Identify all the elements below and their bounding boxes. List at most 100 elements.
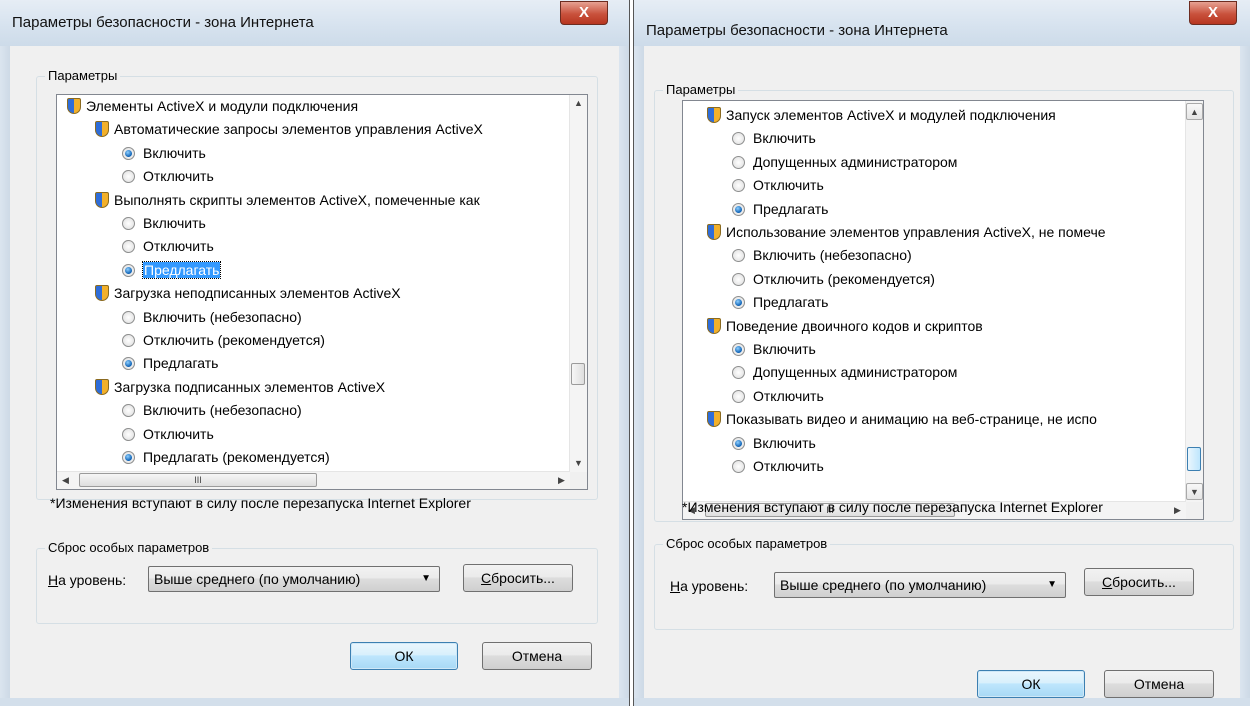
title-bar: Параметры безопасности - зона Интернета … — [0, 0, 629, 46]
settings-option[interactable]: Включить (небезопасно) — [57, 399, 570, 421]
settings-option-label: Отключить — [753, 177, 824, 194]
close-button[interactable]: X — [1189, 1, 1237, 25]
settings-list[interactable]: Запуск элементов ActiveX и модулей подкл… — [682, 100, 1204, 520]
settings-group-label: Параметры — [45, 68, 121, 83]
close-button[interactable]: X — [560, 1, 608, 25]
settings-option-label: Включить — [753, 341, 816, 357]
settings-option[interactable]: Включить (небезопасно) — [57, 306, 570, 328]
cancel-button[interactable]: Отмена — [1104, 670, 1214, 698]
window-frame-right — [1240, 46, 1250, 706]
settings-option[interactable]: Включить (небезопасно) — [683, 244, 1186, 266]
settings-option-label: Отключить — [143, 238, 214, 255]
reset-group-label: Сброс особых параметров — [45, 540, 213, 555]
settings-option[interactable]: Включить — [57, 212, 570, 234]
level-select[interactable]: Выше среднего (по умолчанию) ▼ — [774, 572, 1066, 598]
ok-button[interactable]: ОК — [350, 642, 458, 670]
radio-unchecked-icon[interactable] — [122, 334, 135, 347]
settings-option[interactable]: Отключить — [57, 235, 570, 257]
horizontal-scroll-thumb[interactable]: III — [79, 473, 317, 487]
settings-item: Выполнять скрипты элементов ActiveX, пом… — [57, 189, 570, 211]
settings-option[interactable]: Допущенных администратором — [683, 361, 1186, 383]
scroll-down-arrow-icon[interactable]: ▼ — [1186, 483, 1203, 500]
scroll-up-arrow-icon[interactable]: ▲ — [1186, 103, 1203, 120]
scroll-right-arrow-icon[interactable]: ▶ — [1169, 502, 1186, 519]
settings-option-label: Предлагать — [753, 200, 829, 217]
settings-category: Элементы ActiveX и модули подключения — [57, 95, 570, 117]
settings-option[interactable]: Включить — [683, 338, 1186, 360]
settings-option[interactable]: Отключить — [683, 385, 1186, 407]
radio-unchecked-icon[interactable] — [122, 240, 135, 254]
radio-unchecked-icon[interactable] — [732, 179, 745, 193]
vertical-scroll-thumb[interactable] — [571, 363, 585, 385]
radio-unchecked-icon[interactable] — [732, 460, 745, 473]
settings-item: Запуск элементов ActiveX и модулей подкл… — [683, 104, 1186, 126]
settings-option[interactable]: Отключить — [57, 165, 570, 187]
restart-note: *Изменения вступают в силу после перезап… — [682, 499, 1103, 515]
settings-item-label: Автоматические запросы элементов управле… — [114, 121, 483, 138]
radio-unchecked-icon[interactable] — [122, 170, 135, 184]
radio-unchecked-icon[interactable] — [732, 155, 745, 169]
settings-option-label: Включить — [143, 144, 206, 161]
scroll-up-arrow-icon[interactable]: ▲ — [570, 95, 587, 112]
settings-option[interactable]: Допущенных администратором — [683, 151, 1186, 173]
radio-checked-icon[interactable] — [122, 357, 135, 371]
settings-option[interactable]: Отключить — [57, 423, 570, 445]
radio-checked-icon[interactable] — [732, 202, 745, 216]
settings-option[interactable]: Предлагать — [683, 198, 1186, 220]
scroll-left-arrow-icon[interactable]: ◀ — [57, 472, 74, 489]
scroll-right-arrow-icon[interactable]: ▶ — [553, 472, 570, 489]
settings-option[interactable]: Отключить (рекомендуется) — [57, 329, 570, 351]
settings-option[interactable]: Предлагать — [683, 291, 1186, 313]
radio-checked-icon[interactable] — [122, 451, 135, 464]
ok-button[interactable]: ОК — [977, 670, 1085, 698]
settings-option[interactable]: Отключить (рекомендуется) — [683, 268, 1186, 290]
settings-option-label: Допущенных администратором — [753, 364, 958, 381]
radio-unchecked-icon[interactable] — [122, 427, 135, 441]
security-shield-icon — [95, 285, 109, 302]
radio-checked-icon[interactable] — [122, 263, 135, 277]
reset-button[interactable]: Сбросить... — [463, 564, 573, 592]
radio-checked-icon[interactable] — [122, 146, 135, 160]
settings-option[interactable]: Отключить — [683, 455, 1186, 477]
window-frame-bottom — [0, 698, 629, 706]
radio-checked-icon[interactable] — [732, 343, 745, 356]
settings-option[interactable]: Предлагать (рекомендуется) — [57, 446, 570, 468]
vertical-scrollbar[interactable]: ▲ ▼ — [1185, 101, 1203, 502]
reset-button[interactable]: Сбросить... — [1084, 568, 1194, 596]
settings-option-label: Предлагать (рекомендуется) — [143, 449, 330, 465]
settings-option[interactable]: Отключить — [683, 174, 1186, 196]
security-shield-icon — [707, 224, 721, 240]
settings-option-label: Отключить — [753, 387, 824, 404]
scroll-corner — [570, 472, 587, 489]
cancel-button[interactable]: Отмена — [482, 642, 592, 670]
scroll-down-arrow-icon[interactable]: ▼ — [570, 455, 587, 472]
settings-option[interactable]: Предлагать — [57, 259, 570, 281]
settings-option[interactable]: Включить — [683, 432, 1186, 454]
radio-unchecked-icon[interactable] — [732, 272, 745, 286]
settings-item: Загрузка подписанных элементов ActiveX — [57, 376, 570, 398]
window-title: Параметры безопасности - зона Интернета — [12, 14, 314, 31]
radio-unchecked-icon[interactable] — [732, 249, 745, 263]
radio-unchecked-icon[interactable] — [732, 366, 745, 380]
radio-unchecked-icon[interactable] — [122, 404, 135, 418]
settings-option[interactable]: Предлагать — [57, 352, 570, 374]
settings-option[interactable]: Включить — [57, 142, 570, 164]
settings-option-label: Отключить — [143, 425, 214, 442]
window-frame-left — [0, 46, 10, 706]
radio-unchecked-icon[interactable] — [122, 217, 135, 230]
horizontal-scrollbar[interactable]: ◀ III ▶ — [57, 471, 570, 489]
level-select[interactable]: Выше среднего (по умолчанию) ▼ — [148, 566, 440, 592]
settings-option[interactable]: Включить — [683, 127, 1186, 149]
radio-checked-icon[interactable] — [732, 436, 745, 450]
vertical-scroll-thumb[interactable] — [1187, 447, 1201, 471]
security-shield-icon — [95, 191, 109, 208]
dialog-client: Параметры Элементы ActiveX и модули подк… — [10, 46, 619, 698]
radio-unchecked-icon[interactable] — [732, 389, 745, 403]
window-frame-bottom — [634, 698, 1250, 706]
radio-checked-icon[interactable] — [732, 296, 745, 310]
vertical-scrollbar[interactable]: ▲ ▼ — [569, 95, 587, 472]
radio-unchecked-icon[interactable] — [122, 310, 135, 324]
settings-option-label: Включить — [143, 215, 206, 231]
radio-unchecked-icon[interactable] — [732, 132, 745, 146]
settings-list[interactable]: Элементы ActiveX и модули подключения Авт… — [56, 94, 588, 490]
